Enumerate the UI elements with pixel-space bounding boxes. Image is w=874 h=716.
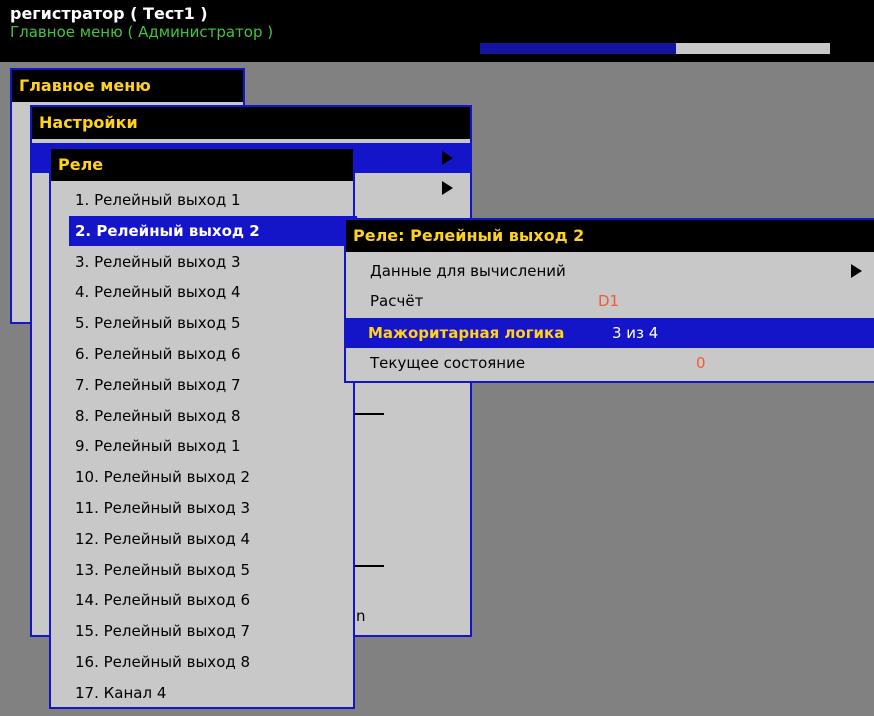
title-bar: регистратор ( Тест1 ) Главное меню ( Адм… xyxy=(0,0,874,62)
relay-item[interactable]: 1. Релейный выход 1 xyxy=(51,185,353,215)
relay-item[interactable]: 13. Релейный выход 5 xyxy=(51,555,353,585)
relay-item[interactable]: 6. Релейный выход 6 xyxy=(51,339,353,369)
detail-row-majority-logic[interactable]: Мажоритарная логика 3 из 4 xyxy=(346,318,874,348)
relay-item-label: 16. Релейный выход 8 xyxy=(75,653,251,671)
detail-row-calculation[interactable]: Расчёт D1 xyxy=(346,286,874,316)
detail-value: 3 из 4 xyxy=(612,324,659,342)
detail-label: Расчёт xyxy=(370,292,424,310)
relay-item[interactable]: 2. Релейный выход 2 xyxy=(69,215,357,246)
relay-detail-panel: Реле: Релейный выход 2 Данные для вычисл… xyxy=(344,218,874,383)
relay-item-label: 10. Релейный выход 2 xyxy=(75,468,251,487)
detail-value: D1 xyxy=(598,292,620,310)
relay-item[interactable]: 14. Релейный выход 6 xyxy=(51,585,353,615)
relay-item[interactable]: 9. Релейный выход 1 xyxy=(51,431,353,461)
relay-item-label: 15. Релейный выход 7 xyxy=(75,622,251,641)
relay-item[interactable]: 17. Канал 4 xyxy=(51,678,353,708)
relay-item-label: 9. Релейный выход 1 xyxy=(75,437,241,456)
progress-bar xyxy=(480,43,830,54)
relay-item-label: 13. Релейный выход 5 xyxy=(75,560,251,579)
detail-row-calc-data[interactable]: Данные для вычислений xyxy=(346,256,874,286)
relay-item-label: 8. Релейный выход 8 xyxy=(75,406,241,425)
settings-menu-title: Настройки xyxy=(32,107,470,139)
divider xyxy=(354,565,384,567)
relay-item[interactable]: 4. Релейный выход 4 xyxy=(51,277,353,307)
relay-item-label: 2. Релейный выход 2 xyxy=(75,221,260,240)
detail-label: Текущее состояние xyxy=(370,354,526,372)
progress-fill xyxy=(480,43,676,54)
app-title: регистратор ( Тест1 ) xyxy=(10,4,208,23)
relay-item-label: 5. Релейный выход 5 xyxy=(75,314,241,333)
relay-item-label: 14. Релейный выход 6 xyxy=(75,591,251,610)
submenu-arrow-icon xyxy=(851,264,862,278)
submenu-arrow-icon xyxy=(442,151,453,165)
relay-item[interactable]: 3. Релейный выход 3 xyxy=(51,247,353,277)
relay-item-label: 1. Релейный выход 1 xyxy=(75,191,241,209)
relay-menu-title: Реле xyxy=(51,149,353,181)
relay-item-label: 3. Релейный выход 3 xyxy=(75,252,241,271)
relay-item-label: 7. Релейный выход 7 xyxy=(75,375,241,394)
relay-item-label: 6. Релейный выход 6 xyxy=(75,345,241,363)
breadcrumb: Главное меню ( Администратор ) xyxy=(10,23,274,41)
relay-item[interactable]: 5. Релейный выход 5 xyxy=(51,308,353,338)
submenu-arrow-icon xyxy=(442,181,453,195)
main-menu-title: Главное меню xyxy=(12,70,243,102)
relay-item[interactable]: 15. Релейный выход 7 xyxy=(51,616,353,646)
relay-detail-title: Реле: Релейный выход 2 xyxy=(346,220,874,252)
detail-row-current-state[interactable]: Текущее состояние 0 xyxy=(346,348,874,378)
detail-label: Мажоритарная логика xyxy=(368,324,565,342)
relay-item[interactable]: 11. Релейный выход 3 xyxy=(51,493,353,523)
relay-item[interactable]: 12. Релейный выход 4 xyxy=(51,524,353,554)
relay-menu-panel: Реле 1. Релейный выход 1 2. Релейный выхо… xyxy=(49,147,357,709)
relay-item[interactable]: 7. Релейный выход 7 xyxy=(51,370,353,400)
partial-text: n xyxy=(356,607,366,625)
detail-label: Данные для вычислений xyxy=(370,262,566,280)
relay-item[interactable]: 10. Релейный выход 2 xyxy=(51,462,353,492)
relay-item[interactable]: 8. Релейный выход 8 xyxy=(51,401,353,431)
relay-item-label: 12. Релейный выход 4 xyxy=(75,529,251,548)
relay-item-label: 4. Релейный выход 4 xyxy=(75,283,241,302)
relay-item[interactable]: 16. Релейный выход 8 xyxy=(51,647,353,677)
detail-value: 0 xyxy=(696,354,706,372)
divider xyxy=(354,413,384,415)
relay-item-label: 11. Релейный выход 3 xyxy=(75,499,251,517)
relay-item-label: 17. Канал 4 xyxy=(75,683,167,702)
